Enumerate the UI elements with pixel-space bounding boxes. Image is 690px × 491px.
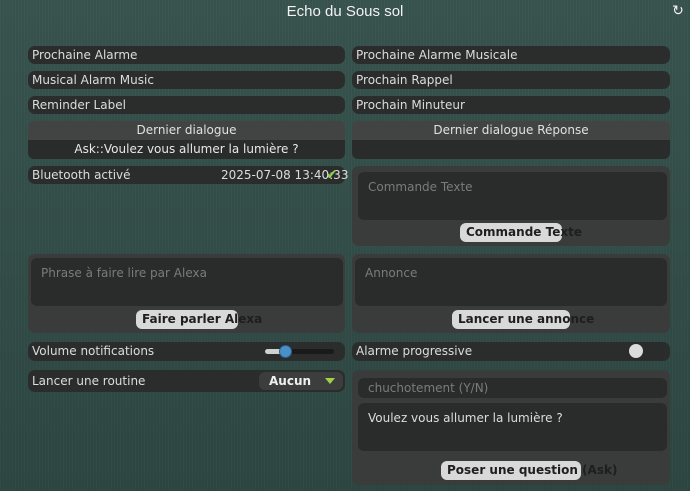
routine-label: Lancer une routine xyxy=(32,374,146,388)
text-command-button[interactable]: Commande Texte xyxy=(460,223,582,242)
ask-question-input[interactable] xyxy=(358,403,667,451)
next-reminder-field: Prochain Rappel xyxy=(352,71,670,89)
text-command-input[interactable] xyxy=(358,172,667,220)
last-dialog-reply-label: Dernier dialogue Réponse xyxy=(352,121,670,140)
whisper-input[interactable]: chuchotement (Y/N) xyxy=(358,378,667,398)
next-alarm-field: Prochaine Alarme xyxy=(28,46,345,64)
reminder-label-field: Reminder Label xyxy=(28,96,345,114)
speak-button[interactable]: Faire parler Alexa xyxy=(136,310,262,329)
speak-input[interactable] xyxy=(31,258,343,306)
toggle-knob xyxy=(629,344,643,358)
check-icon: ✔ xyxy=(326,167,338,183)
bluetooth-label: Bluetooth activé xyxy=(32,168,131,182)
volume-slider-knob[interactable] xyxy=(278,345,292,358)
volume-label: Volume notifications xyxy=(32,344,155,358)
last-dialog-value: Ask::Voulez vous allumer la lumière ? xyxy=(28,140,345,159)
announce-input[interactable] xyxy=(355,258,667,306)
routine-selected-value: Aucun xyxy=(269,374,312,388)
progressive-alarm-toggle[interactable] xyxy=(627,342,665,360)
volume-slider[interactable] xyxy=(265,345,334,358)
music-alarm-field: Musical Alarm Music xyxy=(28,71,345,89)
title-bar: Echo du Sous sol ↻ xyxy=(0,0,690,24)
window-title: Echo du Sous sol xyxy=(286,3,404,20)
routine-select[interactable]: Aucun xyxy=(259,372,343,390)
announce-button[interactable]: Lancer une annonce xyxy=(452,310,594,329)
next-timer-field: Prochain Minuteur xyxy=(352,96,670,114)
next-music-alarm-field: Prochaine Alarme Musicale xyxy=(352,46,670,64)
last-dialog-reply-value xyxy=(352,140,670,159)
last-dialog-label: Dernier dialogue xyxy=(28,121,345,140)
progressive-alarm-label: Alarme progressive xyxy=(356,344,473,358)
chevron-down-icon xyxy=(325,378,335,384)
ask-button[interactable]: Poser une question (Ask) xyxy=(441,461,617,480)
progressive-alarm-row: Alarme progressive xyxy=(352,342,670,361)
refresh-icon[interactable]: ↻ xyxy=(670,3,686,19)
